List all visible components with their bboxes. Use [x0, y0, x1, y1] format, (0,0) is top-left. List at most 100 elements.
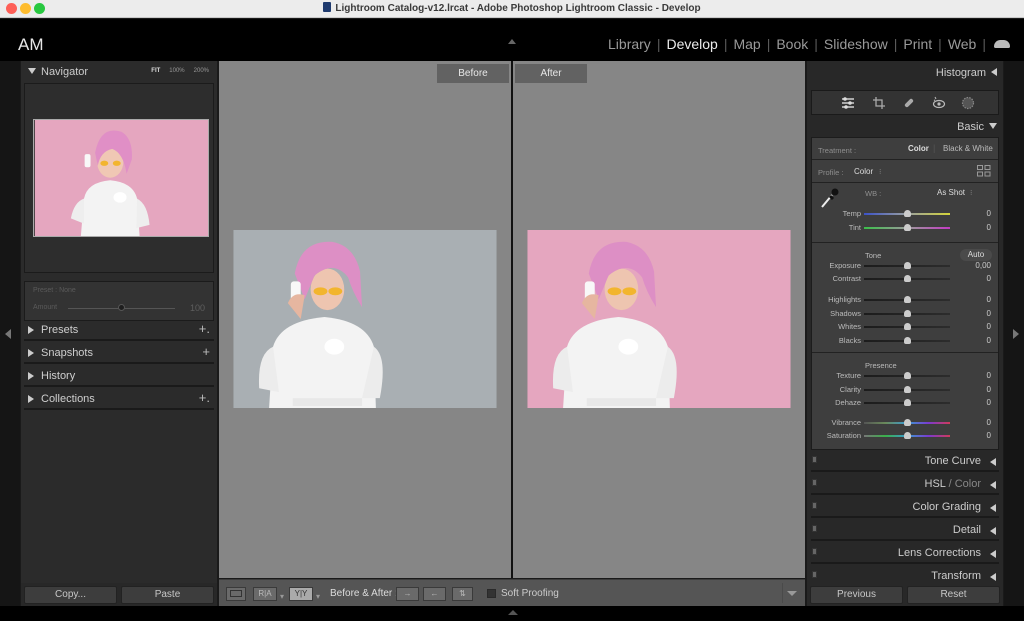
loupe-view-button[interactable] [226, 587, 246, 601]
module-print[interactable]: Print [903, 36, 932, 52]
panel-toggle-switch[interactable] [812, 502, 817, 509]
auto-tone-button[interactable]: Auto [960, 249, 992, 261]
red-eye-icon[interactable] [932, 96, 946, 110]
slider-value[interactable]: 0 [987, 398, 991, 407]
profile-dropdown[interactable]: Color [854, 167, 873, 176]
panel-toggle-switch[interactable] [812, 571, 817, 578]
treatment-color[interactable]: Color [908, 144, 929, 153]
paste-button[interactable]: Paste [121, 586, 214, 604]
toolbar-content-menu[interactable] [787, 591, 797, 596]
hsl-color-section[interactable]: HSL / Color [811, 474, 999, 495]
slider-knob[interactable] [903, 224, 911, 231]
snapshots-section[interactable]: Snapshots + [24, 343, 214, 364]
navigator-thumbnail[interactable] [33, 119, 209, 237]
slider-value[interactable]: 0 [987, 431, 991, 440]
histogram-header[interactable]: Histogram [936, 67, 997, 79]
lens-corrections-section[interactable]: Lens Corrections [811, 543, 999, 564]
loupe-view-icon [230, 590, 242, 597]
slider-knob[interactable] [903, 310, 911, 317]
navigator-preview[interactable] [24, 83, 214, 273]
slider-knob[interactable] [903, 432, 911, 439]
after-photo[interactable] [526, 230, 792, 408]
slider-knob[interactable] [903, 399, 911, 406]
navigator-title: Navigator [41, 66, 89, 78]
copy-before-to-after-button[interactable]: → [396, 587, 419, 601]
navigator-header[interactable]: Navigator FIT 100% 200% [21, 61, 217, 83]
panel-toggle-switch[interactable] [812, 456, 817, 463]
soft-proofing-checkbox[interactable] [487, 589, 496, 598]
masking-icon[interactable] [961, 96, 975, 110]
wb-eyedropper-icon[interactable] [820, 187, 840, 209]
slider-label: Tint [848, 223, 861, 232]
before-after-view: Before After [219, 61, 805, 578]
zoom-200[interactable]: 200% [194, 68, 209, 74]
panel-toggle-switch[interactable] [812, 525, 817, 532]
right-panel-toggle[interactable] [1004, 61, 1024, 606]
slider-value[interactable]: 0 [987, 385, 991, 394]
slider-value[interactable]: 0 [987, 274, 991, 283]
module-develop[interactable]: Develop [666, 36, 717, 52]
slider-knob[interactable] [903, 296, 911, 303]
before-after-lr-button[interactable]: R|A [253, 587, 277, 601]
healing-icon[interactable] [902, 96, 916, 110]
crop-icon[interactable] [872, 96, 886, 110]
color-grading-section[interactable]: Color Grading [811, 497, 999, 518]
add-preset-button[interactable]: +. [199, 321, 210, 336]
slider-value[interactable]: 0 [987, 418, 991, 427]
tone-curve-section[interactable]: Tone Curve [811, 451, 999, 472]
wb-dropdown[interactable]: As Shot [937, 188, 965, 197]
slider-knob[interactable] [903, 372, 911, 379]
profile-browser-icon[interactable] [977, 165, 991, 177]
module-library[interactable]: Library [608, 36, 651, 52]
slider-value[interactable]: 0 [987, 295, 991, 304]
slider-value[interactable]: 0 [987, 223, 991, 232]
slider-value[interactable]: 0 [987, 309, 991, 318]
history-section[interactable]: History [24, 366, 214, 387]
slider-knob[interactable] [903, 210, 911, 217]
view-options-dropdown-2[interactable]: ▾ [316, 592, 320, 601]
before-after-tb-button[interactable]: Y|Y [289, 587, 313, 601]
slider-value[interactable]: 0 [987, 322, 991, 331]
module-slideshow[interactable]: Slideshow [824, 36, 888, 52]
slider-value[interactable]: 0 [987, 209, 991, 218]
filmstrip-toggle[interactable] [508, 610, 518, 615]
soft-proofing-label: Soft Proofing [501, 588, 559, 599]
slider-knob[interactable] [903, 337, 911, 344]
edit-sliders-icon[interactable] [841, 96, 855, 110]
left-panel-toggle[interactable] [0, 61, 20, 606]
cloud-icon[interactable] [994, 40, 1010, 48]
detail-section[interactable]: Detail [811, 520, 999, 541]
panel-toggle-switch[interactable] [812, 548, 817, 555]
zoom-fit[interactable]: FIT [151, 68, 160, 74]
add-collection-button[interactable]: +. [199, 390, 210, 405]
panel-toggle-switch[interactable] [812, 479, 817, 486]
slider-knob[interactable] [903, 275, 911, 282]
basic-header[interactable]: Basic [957, 121, 997, 133]
previous-button[interactable]: Previous [810, 586, 903, 604]
copy-button[interactable]: Copy... [24, 586, 117, 604]
slider-value[interactable]: 0 [987, 371, 991, 380]
presets-section[interactable]: Presets +. [24, 320, 214, 341]
module-book[interactable]: Book [776, 36, 808, 52]
slider-knob[interactable] [903, 419, 911, 426]
reset-button[interactable]: Reset [907, 586, 1000, 604]
slider-knob[interactable] [903, 323, 911, 330]
slider-value[interactable]: 0 [987, 336, 991, 345]
amount-slider-knob[interactable] [118, 304, 125, 311]
slider-value[interactable]: 0,00 [975, 261, 991, 270]
slider-label: Exposure [829, 261, 861, 270]
treatment-black-white[interactable]: Black & White [943, 144, 993, 153]
module-web[interactable]: Web [948, 36, 977, 52]
slider-knob[interactable] [903, 386, 911, 393]
zoom-100[interactable]: 100% [169, 68, 184, 74]
transform-section[interactable]: Transform [811, 566, 999, 581]
view-options-dropdown[interactable]: ▾ [280, 592, 284, 601]
add-snapshot-button[interactable]: + [202, 344, 210, 359]
copy-after-to-before-button[interactable]: ← [423, 587, 446, 601]
slider-knob[interactable] [903, 262, 911, 269]
collections-section[interactable]: Collections +. [24, 389, 214, 410]
top-panel-toggle[interactable] [508, 39, 516, 44]
swap-before-after-button[interactable]: ⇅ [452, 587, 473, 601]
module-map[interactable]: Map [733, 36, 760, 52]
before-photo[interactable] [232, 230, 498, 408]
